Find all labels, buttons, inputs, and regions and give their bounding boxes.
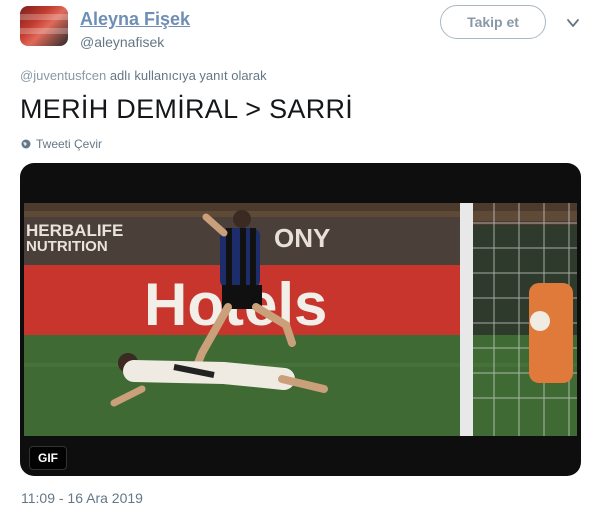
translate-label: Tweeti Çevir bbox=[36, 137, 103, 151]
display-name[interactable]: Aleyna Fişek bbox=[80, 9, 190, 30]
reply-context: @juventusfcen adlı kullanıcıya yanıt ola… bbox=[20, 68, 267, 83]
reply-mention-link[interactable]: @juventusfcen bbox=[20, 68, 106, 83]
goalkeeper bbox=[529, 283, 573, 383]
reply-context-text: adlı kullanıcıya yanıt olarak bbox=[106, 68, 267, 83]
tweet-timestamp[interactable]: 11:09 - 16 Ara 2019 bbox=[21, 490, 143, 506]
board-text-nutrition: NUTRITION bbox=[26, 238, 108, 255]
gif-frame-image: HERBALIFE NUTRITION ONY Hotels bbox=[24, 203, 577, 436]
chevron-down-icon[interactable] bbox=[566, 16, 580, 30]
tweet-header: Aleyna Fişek @aleynafisek Takip et bbox=[20, 5, 590, 50]
tweet-text: MERİH DEMİRAL > SARRİ bbox=[20, 94, 354, 124]
globe-icon bbox=[21, 139, 31, 149]
user-handle[interactable]: @aleynafisek bbox=[80, 34, 164, 50]
follow-button[interactable]: Takip et bbox=[440, 5, 546, 39]
avatar[interactable] bbox=[20, 6, 68, 46]
board-text-sony: ONY bbox=[274, 223, 330, 253]
gif-media[interactable]: HERBALIFE NUTRITION ONY Hotels bbox=[20, 163, 581, 476]
translate-tweet-link[interactable]: Tweeti Çevir bbox=[21, 137, 102, 151]
gif-badge: GIF bbox=[29, 446, 67, 470]
